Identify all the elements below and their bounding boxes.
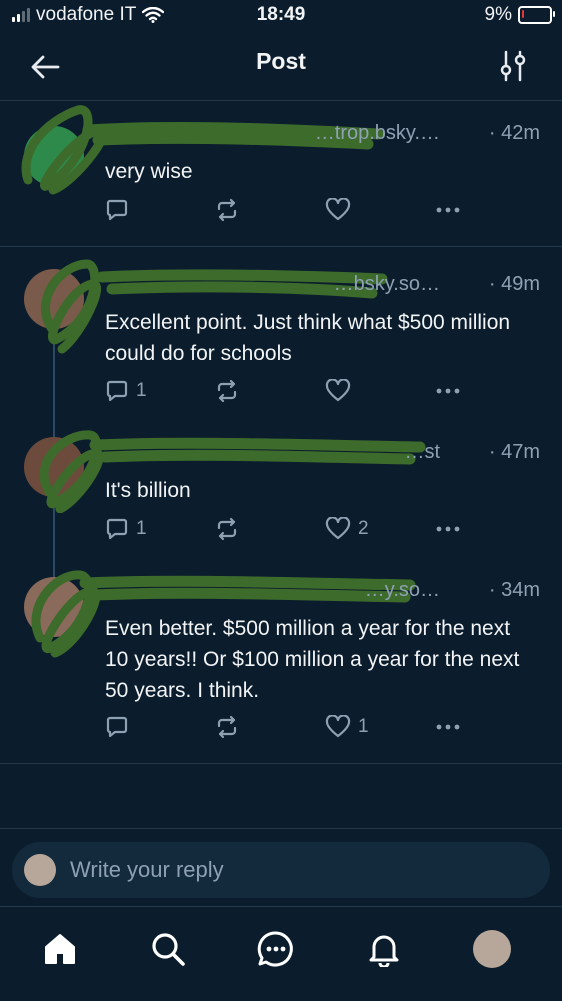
post-time: · 42m — [488, 122, 540, 144]
tab-profile[interactable] — [472, 929, 512, 969]
repost-icon — [217, 517, 237, 541]
divider — [0, 828, 562, 829]
post-handle[interactable]: …trop.bsky.… — [315, 122, 440, 145]
battery-icon — [518, 6, 555, 24]
post-text: It's billion — [105, 479, 191, 502]
more-icon — [436, 207, 460, 213]
page-title: Post — [256, 48, 306, 74]
more-options-button[interactable] — [435, 517, 461, 541]
repost-button[interactable] — [215, 517, 239, 541]
profile-avatar — [473, 930, 511, 968]
repost-button[interactable] — [215, 715, 239, 739]
avatar — [24, 854, 56, 886]
like-button[interactable] — [325, 198, 358, 222]
tab-home[interactable] — [40, 929, 80, 969]
post-handle[interactable]: …bsky.so… — [334, 273, 440, 296]
reply-icon — [106, 518, 128, 540]
heart-icon — [325, 715, 351, 738]
more-options-button[interactable] — [435, 379, 461, 403]
post-time: · 49m — [488, 273, 540, 295]
reply-button[interactable] — [105, 198, 136, 222]
reply-button[interactable]: 1 — [105, 379, 147, 403]
post-text: Excellent point. Just think what $500 mi… — [105, 311, 511, 365]
reply-button[interactable]: 1 — [105, 517, 147, 541]
reply-placeholder: Write your reply — [70, 857, 224, 882]
repost-button[interactable] — [215, 198, 239, 222]
more-icon — [436, 388, 460, 394]
post-item[interactable]: …trop.bsky.… · 42m very wise — [0, 100, 562, 246]
post-item[interactable]: …st · 47m It's billion 1 2 — [0, 423, 562, 563]
heart-icon — [325, 198, 351, 221]
heart-icon — [325, 517, 351, 540]
reply-icon — [106, 380, 128, 402]
battery-percent: 9% — [484, 4, 512, 25]
reply-composer[interactable]: Write your reply — [12, 842, 550, 898]
repost-icon — [217, 198, 237, 222]
reply-button[interactable] — [105, 715, 136, 739]
like-count: 2 — [358, 518, 369, 539]
more-options-button[interactable] — [435, 715, 461, 739]
clock: 18:49 — [256, 4, 306, 25]
chat-icon — [257, 931, 293, 967]
more-options-button[interactable] — [435, 198, 461, 222]
reply-count: 1 — [136, 380, 147, 401]
status-bar: vodafone IT 18:49 9% — [0, 0, 562, 34]
like-button[interactable]: 2 — [325, 517, 369, 541]
repost-button[interactable] — [215, 379, 239, 403]
more-icon — [436, 724, 460, 730]
divider — [0, 763, 562, 764]
more-icon — [436, 526, 460, 532]
post-handle[interactable]: …st — [404, 441, 440, 464]
search-icon — [152, 933, 185, 966]
post-item[interactable]: …bsky.so… · 49m Excellent point. Just th… — [0, 247, 562, 423]
repost-icon — [217, 379, 237, 403]
like-count: 1 — [358, 716, 369, 737]
heart-icon — [325, 379, 351, 402]
like-button[interactable] — [325, 379, 358, 403]
bottom-tab-bar — [0, 906, 562, 1001]
reply-count: 1 — [136, 518, 147, 539]
header: Post — [0, 34, 562, 101]
post-handle[interactable]: …y.so… — [365, 579, 440, 602]
home-icon — [45, 934, 75, 964]
post-text: very wise — [105, 160, 193, 183]
tab-search[interactable] — [148, 929, 188, 969]
post-time: · 34m — [488, 579, 540, 601]
tab-notifications[interactable] — [364, 929, 404, 969]
tab-chat[interactable] — [256, 929, 296, 969]
thread-settings-icon[interactable] — [500, 50, 528, 82]
post-time: · 47m — [488, 441, 540, 463]
reply-icon — [106, 716, 128, 738]
post-text: Even better. $500 million a year for the… — [105, 617, 520, 702]
like-button[interactable]: 1 — [325, 715, 369, 739]
post-item[interactable]: …y.so… · 34m Even better. $500 million a… — [0, 563, 562, 763]
repost-icon — [217, 715, 237, 739]
reply-icon — [106, 199, 128, 221]
bell-icon — [369, 935, 399, 967]
